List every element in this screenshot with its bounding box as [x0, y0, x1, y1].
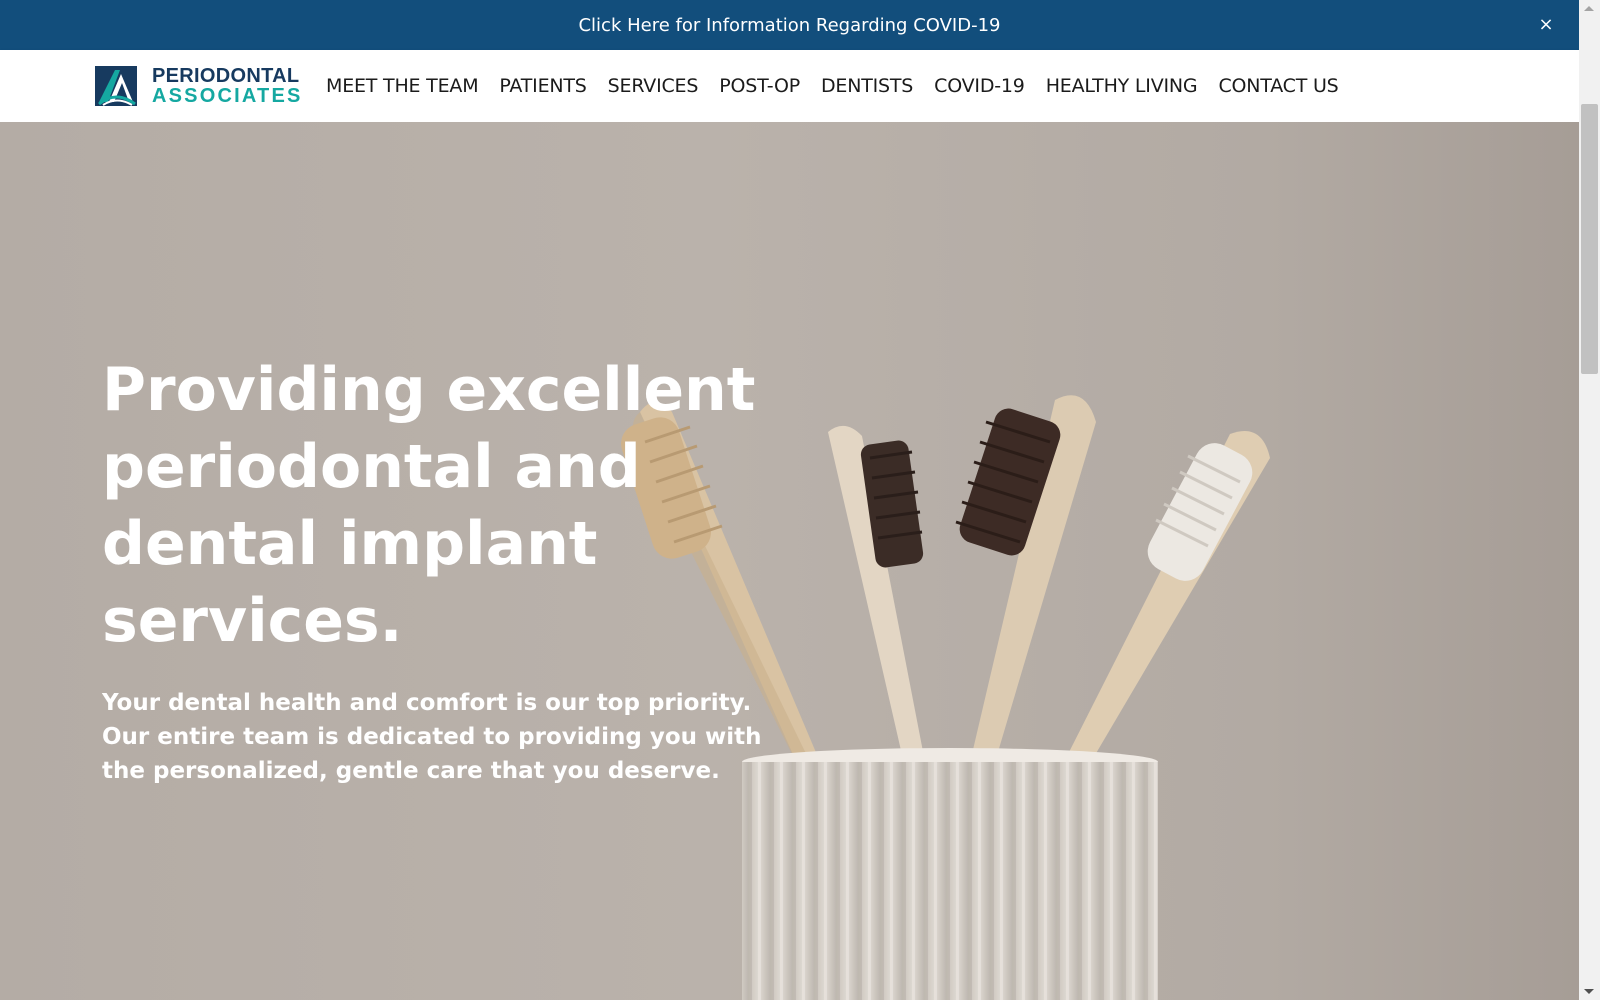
periodontal-associates-logo[interactable]: PERIODONTAL ASSOCIATES [95, 66, 300, 108]
covid-banner: Click Here for Information Regarding COV… [0, 0, 1579, 50]
hero-section: Providing excellent periodontal and dent… [0, 122, 1579, 1000]
logo-wordmark: PERIODONTAL ASSOCIATES [152, 66, 303, 106]
scroll-down-arrow-icon[interactable] [1584, 989, 1594, 994]
logo-line-associates: ASSOCIATES [152, 85, 303, 107]
logo-line-periodontal: PERIODONTAL [152, 65, 300, 87]
scroll-thumb[interactable] [1581, 104, 1598, 374]
logo-mark-icon [95, 66, 137, 106]
close-icon[interactable]: × [1535, 13, 1557, 35]
nav-item-patients[interactable]: PATIENTS [499, 75, 586, 97]
nav-item-post-op[interactable]: POST-OP [719, 75, 800, 97]
hero-subtitle: Your dental health and comfort is our to… [102, 690, 762, 784]
nav-item-meet-the-team[interactable]: MEET THE TEAM [326, 75, 479, 97]
main-nav: MEET THE TEAM PATIENTS SERVICES POST-OP … [326, 50, 1360, 122]
nav-item-contact-us[interactable]: CONTACT US [1218, 75, 1338, 97]
covid-info-link[interactable]: Click Here for Information Regarding COV… [578, 15, 1000, 36]
nav-item-dentists[interactable]: DENTISTS [821, 75, 913, 97]
hero-title: Providing excellent periodontal and dent… [102, 355, 756, 656]
nav-item-services[interactable]: SERVICES [608, 75, 699, 97]
page-scrollbar[interactable] [1579, 0, 1600, 1000]
site-header: PERIODONTAL ASSOCIATES MEET THE TEAM PAT… [0, 50, 1579, 122]
nav-item-healthy-living[interactable]: HEALTHY LIVING [1046, 75, 1198, 97]
nav-item-covid-19[interactable]: COVID-19 [934, 75, 1025, 97]
scroll-up-arrow-icon[interactable] [1584, 6, 1594, 11]
